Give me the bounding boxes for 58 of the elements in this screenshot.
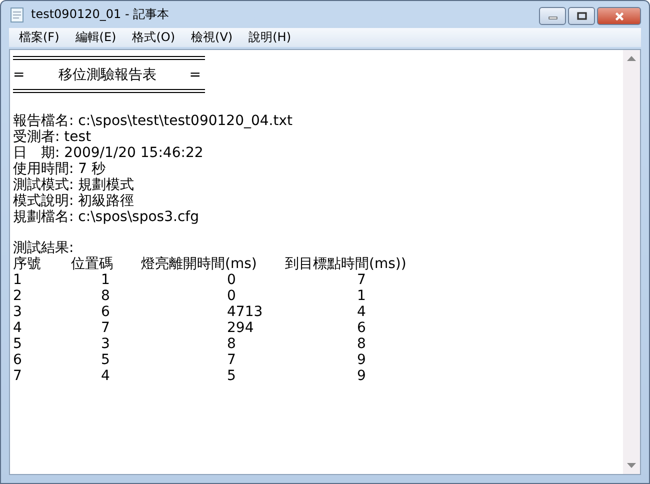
text-line: 日 期: 2009/1/20 15:46:22 [13,145,204,161]
table-value: 8 [101,288,111,304]
table-value: 4 [357,304,367,320]
table-value: 0 [227,272,237,288]
table-value: 7 [357,272,367,288]
text-line: 規劃檔名: c:\spos\spos3.cfg [13,209,200,225]
table-value: 1 [13,272,23,288]
results-label: 測試結果: [13,240,75,256]
table-value: 294 [227,320,255,336]
window-title: test090120_01 - 記事本 [31,6,170,23]
table-value: 4713 [227,304,264,320]
menu-item[interactable]: 說明(H) [240,29,299,46]
column-header: 序號 [13,256,42,272]
close-button[interactable] [597,7,641,25]
scroll-down-icon[interactable] [627,463,636,468]
report-title: 移位測驗報告表 [58,66,157,84]
table-value: 2 [13,288,23,304]
column-header: 到目標點時間(ms)) [285,256,408,272]
table-value: 6 [357,320,367,336]
table-value: 5 [13,336,23,352]
menu-item[interactable]: 檔案(F) [11,29,68,46]
table-value: 4 [13,320,23,336]
table-value: 7 [101,320,111,336]
column-header: 燈亮離開時間(ms) [141,256,258,272]
text-line: 測試模式: 規劃模式 [13,177,136,193]
table-value: 7 [13,368,23,384]
table-value: 8 [227,336,237,352]
text-line: 使用時間: 7 秒 [13,161,107,177]
close-icon [614,12,624,20]
menu-item[interactable]: 格式(O) [124,29,184,46]
banner-border: = [189,66,201,82]
table-value: 8 [357,336,367,352]
scroll-up-icon[interactable] [627,56,636,61]
notepad-icon [9,6,25,22]
table-value: 9 [357,368,367,384]
menu-item[interactable]: 檢視(V) [183,29,241,46]
menu-item[interactable]: 編輯(E) [67,29,124,46]
maximize-icon [576,12,586,20]
table-value: 3 [13,304,23,320]
table-value: 6 [13,352,23,368]
table-value: 6 [101,304,111,320]
banner-border: = [13,66,25,82]
text-line: 受測者: test [13,129,92,145]
table-value: 5 [101,352,111,368]
table-value: 3 [101,336,111,352]
minimize-button[interactable] [539,7,566,25]
text-line: 模式說明: 初級路徑 [13,193,136,209]
scrollbar[interactable] [623,50,640,474]
table-value: 0 [227,288,237,304]
table-value: 1 [101,272,111,288]
table-value: 7 [227,352,237,368]
table-value: 1 [357,288,367,304]
table-value: 4 [101,368,111,384]
text-line: 報告檔名: c:\spos\test\test090120_04.txt [13,113,294,129]
maximize-button[interactable] [568,7,595,25]
column-header: 位置碼 [71,256,114,272]
table-value: 9 [357,352,367,368]
table-value: 5 [227,368,237,384]
